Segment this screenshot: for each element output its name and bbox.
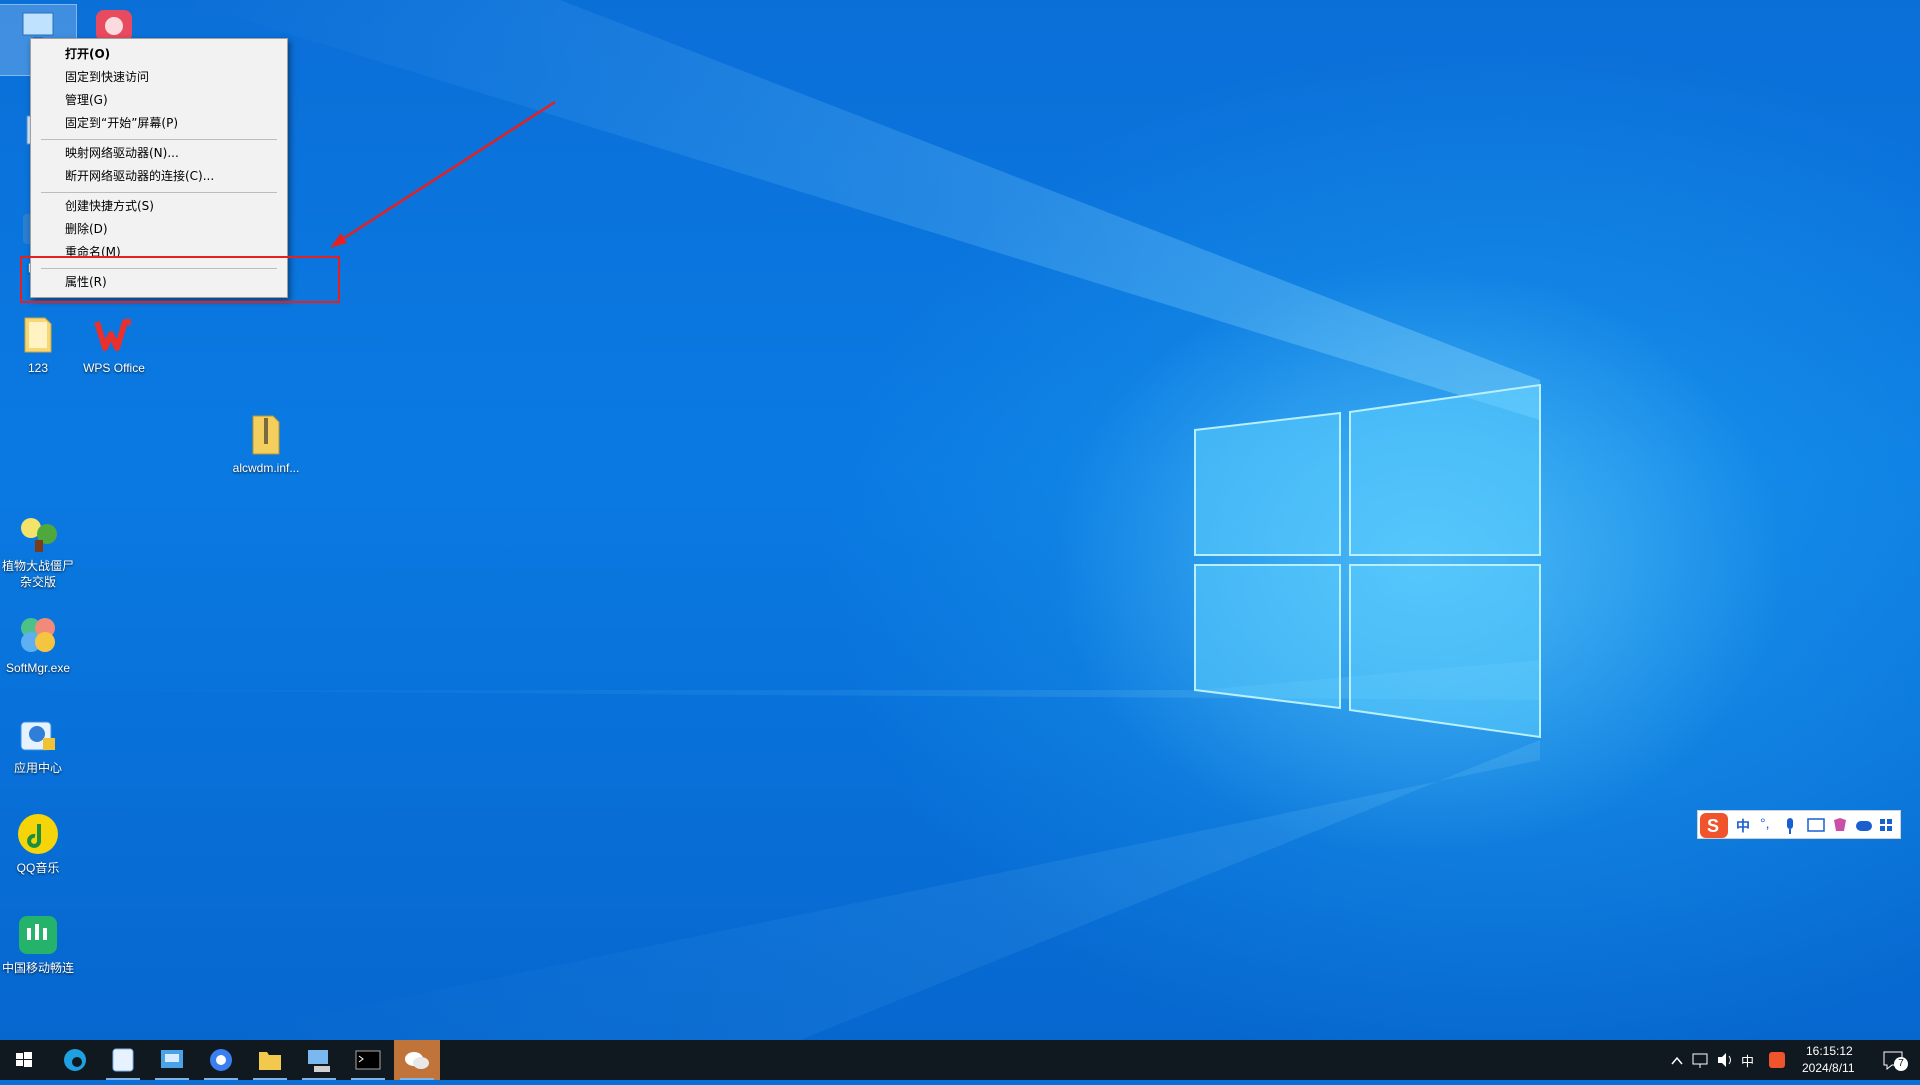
sogou-tray-icon bbox=[1769, 1052, 1785, 1068]
clock-date[interactable]: 2024/8/11 bbox=[1802, 1061, 1855, 1075]
clock-time[interactable]: 16:15:12 bbox=[1806, 1044, 1853, 1058]
svg-text:S: S bbox=[1707, 816, 1719, 836]
taskbar-edge[interactable] bbox=[52, 1040, 98, 1080]
control-panel-icon bbox=[161, 1050, 183, 1068]
chevron-up-icon bbox=[1671, 1056, 1683, 1065]
taskbar-notepad[interactable] bbox=[100, 1040, 146, 1080]
annotation-arrow bbox=[330, 100, 556, 248]
ime-toolbar[interactable]: S 中 °, bbox=[1697, 810, 1901, 839]
edge-icon bbox=[64, 1049, 86, 1071]
taskbar-network[interactable] bbox=[296, 1040, 342, 1080]
taskbar-control-panel[interactable] bbox=[149, 1040, 195, 1080]
ime-lang[interactable]: 中 bbox=[1736, 816, 1750, 836]
keyboard-icon bbox=[1807, 818, 1825, 832]
tray-lang[interactable]: 中 bbox=[1741, 1051, 1754, 1070]
start-button[interactable] bbox=[0, 1040, 46, 1080]
volume-icon bbox=[1718, 1053, 1731, 1067]
taskbar-file-explorer[interactable] bbox=[247, 1040, 293, 1080]
taskbar: 中 16:15:12 2024/8/11 7 bbox=[0, 1040, 1920, 1080]
taskbar-wechat[interactable] bbox=[394, 1040, 440, 1080]
notification-count: 7 bbox=[1894, 1057, 1908, 1071]
microphone-icon bbox=[1787, 818, 1793, 834]
notification-center-button[interactable]: 7 bbox=[1872, 1040, 1920, 1080]
gamepad-icon bbox=[1856, 821, 1872, 831]
skin-icon bbox=[1834, 818, 1846, 831]
ime-punct[interactable]: °, bbox=[1760, 815, 1770, 831]
system-tray-icons bbox=[1671, 1052, 1785, 1068]
network-tray-icon bbox=[1692, 1053, 1708, 1068]
desktop[interactable]: 此 回 pho 123 WPS Office alcwdm.inf... bbox=[0, 0, 1920, 1040]
notepad-icon bbox=[112, 1048, 134, 1072]
windows-start-icon bbox=[16, 1052, 32, 1067]
network-icon bbox=[308, 1050, 330, 1072]
taskbar-browser[interactable] bbox=[198, 1040, 244, 1080]
taskbar-terminal[interactable] bbox=[345, 1040, 391, 1080]
browser-icon bbox=[210, 1049, 232, 1071]
sogou-logo-icon: S bbox=[1700, 813, 1728, 838]
terminal-icon bbox=[355, 1050, 381, 1070]
wechat-icon bbox=[405, 1052, 429, 1069]
file-explorer-icon bbox=[259, 1052, 281, 1070]
grid-menu-icon bbox=[1880, 819, 1892, 831]
